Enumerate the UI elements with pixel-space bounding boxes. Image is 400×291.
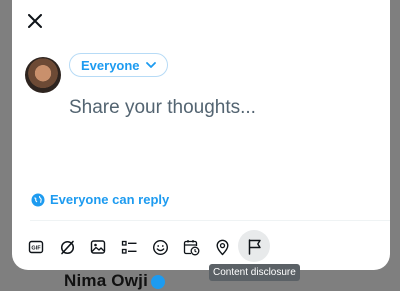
emoji-icon [152, 239, 168, 255]
backdrop-overlay [390, 0, 400, 287]
poll-button[interactable] [116, 234, 142, 260]
reply-setting-button[interactable]: Everyone can reply [31, 192, 169, 207]
grok-icon [60, 240, 74, 254]
avatar[interactable] [25, 57, 61, 93]
content-disclosure-button[interactable] [238, 230, 270, 262]
poll-icon [121, 240, 136, 254]
compose-modal: Everyone Everyone can reply GIF [12, 0, 390, 270]
flag-icon [248, 238, 261, 255]
divider [30, 220, 390, 221]
gif-button[interactable]: GIF [23, 234, 49, 260]
reply-setting-label: Everyone can reply [50, 192, 170, 207]
background-author-name: Nima Owji [64, 271, 148, 290]
gif-label: GIF [31, 245, 41, 251]
tooltip: Content disclosure [209, 264, 300, 281]
close-button[interactable] [24, 10, 46, 32]
emoji-button[interactable] [147, 234, 173, 260]
close-icon [28, 14, 42, 28]
chevron-down-icon [145, 61, 156, 68]
schedule-icon [183, 239, 199, 255]
globe-icon [31, 193, 45, 206]
media-icon [90, 240, 106, 254]
compose-input[interactable] [69, 94, 369, 122]
gif-icon: GIF [28, 240, 44, 254]
location-icon [216, 239, 228, 255]
audience-label: Everyone [81, 57, 140, 73]
schedule-button[interactable] [178, 234, 204, 260]
audience-selector[interactable]: Everyone [69, 53, 168, 77]
media-button[interactable] [85, 234, 111, 260]
location-button[interactable] [209, 234, 235, 260]
grok-button[interactable] [54, 234, 80, 260]
